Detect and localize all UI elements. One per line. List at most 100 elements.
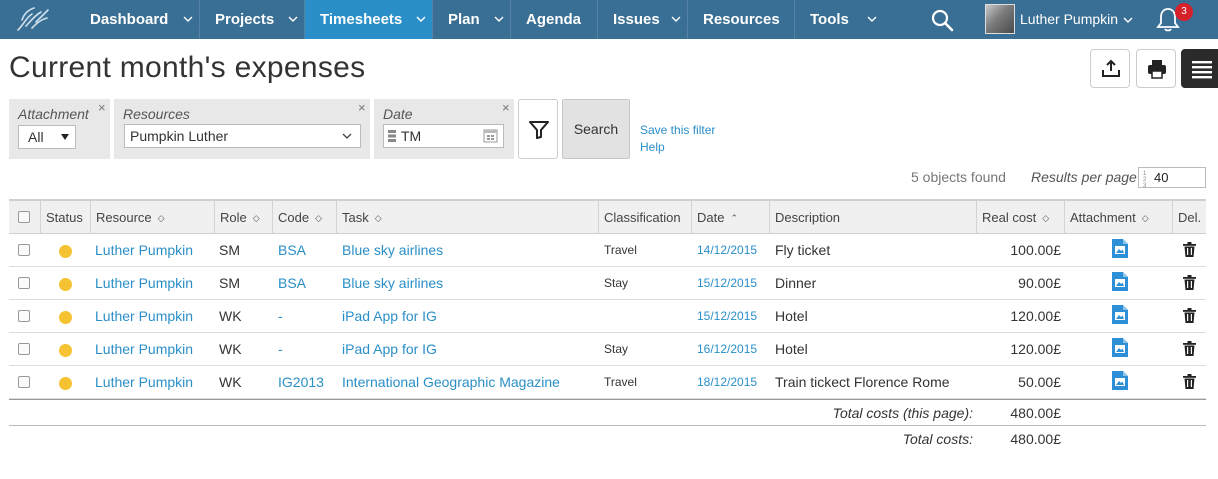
header-code[interactable]: Code ◇ [273, 201, 337, 234]
chevron-down-icon [494, 16, 504, 22]
code-link[interactable]: - [278, 300, 283, 332]
filter-options-button[interactable] [518, 99, 558, 159]
header-real-cost-label: Real cost [982, 210, 1037, 225]
row-checkbox[interactable] [18, 376, 30, 388]
date-link[interactable]: 15/12/2015 [697, 267, 757, 299]
image-attachment-icon[interactable] [1111, 239, 1128, 258]
print-button[interactable] [1136, 49, 1176, 88]
trash-icon[interactable] [1183, 242, 1196, 257]
header-description: Description [770, 201, 977, 234]
calendar-icon[interactable] [483, 128, 498, 143]
image-attachment-icon[interactable] [1111, 305, 1128, 324]
description-cell: Train tickect Florence Rome [775, 374, 950, 390]
task-link[interactable]: iPad App for IG [342, 333, 437, 365]
search-button[interactable]: Search [562, 99, 630, 159]
logo-icon[interactable] [14, 4, 52, 34]
filter-attachment: Attachment × All [9, 99, 110, 159]
trash-icon[interactable] [1183, 341, 1196, 356]
filter-resources-remove[interactable]: × [358, 100, 366, 115]
image-attachment-icon[interactable] [1111, 272, 1128, 291]
date-link[interactable]: 14/12/2015 [697, 234, 757, 266]
resource-link[interactable]: Luther Pumpkin [95, 366, 193, 398]
nav-resources-label: Resources [703, 11, 780, 28]
date-link[interactable]: 15/12/2015 [697, 300, 757, 332]
resources-combo[interactable]: Pumpkin Luther [124, 124, 361, 148]
table-row[interactable]: Luther Pumpkin SM BSA Blue sky airlines Trav… [9, 234, 1206, 267]
header-role[interactable]: Role ◇ [215, 201, 273, 234]
export-button[interactable] [1090, 49, 1130, 88]
results-per-page-label: Results per page [1031, 169, 1137, 185]
header-attachment[interactable]: Attachment ◇ [1065, 201, 1173, 234]
nav-resources[interactable]: Resources [688, 0, 795, 39]
header-resource[interactable]: Resource ◇ [91, 201, 215, 234]
help-link[interactable]: Help [640, 140, 665, 154]
resource-link[interactable]: Luther Pumpkin [95, 267, 193, 299]
nav-tools[interactable]: Tools [795, 0, 883, 39]
list-menu-icon [1192, 61, 1212, 79]
row-checkbox[interactable] [18, 343, 30, 355]
date-link[interactable]: 18/12/2015 [697, 366, 757, 398]
task-link[interactable]: Blue sky airlines [342, 234, 443, 266]
sort-icon: ◇ [252, 213, 260, 223]
menu-button[interactable] [1181, 49, 1218, 88]
trash-icon[interactable] [1183, 275, 1196, 290]
nav-issues[interactable]: Issues [598, 0, 688, 39]
chevron-down-icon [342, 133, 352, 139]
nav-timesheets[interactable]: Timesheets [305, 0, 433, 39]
filter-attachment-remove[interactable]: × [98, 100, 106, 115]
header-date[interactable]: Date ⌃ [692, 201, 770, 234]
role-cell: SM [219, 242, 240, 258]
funnel-icon [529, 121, 549, 139]
status-indicator [59, 377, 72, 390]
resource-link[interactable]: Luther Pumpkin [95, 234, 193, 266]
nav-agenda[interactable]: Agenda [511, 0, 598, 39]
results-per-page-input[interactable]: 123 40 [1138, 167, 1206, 189]
top-nav-bar: Dashboard Projects Timesheets Plan Agend… [0, 0, 1218, 39]
task-link[interactable]: iPad App for IG [342, 300, 437, 332]
filter-date-remove[interactable]: × [502, 100, 510, 115]
nav-plan[interactable]: Plan [433, 0, 511, 39]
header-code-label: Code [278, 210, 310, 225]
select-all-checkbox[interactable] [18, 211, 30, 223]
header-attachment-label: Attachment [1070, 210, 1136, 225]
code-link[interactable]: BSA [278, 234, 306, 266]
trash-icon[interactable] [1183, 374, 1196, 389]
table-row[interactable]: Luther Pumpkin SM BSA Blue sky airlines Stay… [9, 267, 1206, 300]
task-link[interactable]: Blue sky airlines [342, 267, 443, 299]
nav-projects-label: Projects [215, 11, 275, 28]
image-attachment-icon[interactable] [1111, 338, 1128, 357]
header-status: Status [41, 201, 91, 234]
table-row[interactable]: Luther Pumpkin WK IG2013 International Geog… [9, 366, 1206, 399]
status-indicator [59, 311, 72, 324]
resource-link[interactable]: Luther Pumpkin [95, 333, 193, 365]
row-checkbox[interactable] [18, 244, 30, 256]
save-filter-link[interactable]: Save this filter [640, 123, 715, 137]
header-task[interactable]: Task ◇ [337, 201, 599, 234]
real-cost-cell: 120.00£ [1010, 308, 1061, 324]
image-attachment-icon[interactable] [1111, 371, 1128, 390]
search-icon[interactable] [930, 8, 954, 32]
code-link[interactable]: IG2013 [278, 366, 324, 398]
row-checkbox[interactable] [18, 310, 30, 322]
table-row[interactable]: Luther Pumpkin WK - iPad App for IG 15/12/20… [9, 300, 1206, 333]
table-row[interactable]: Luther Pumpkin WK - iPad App for IG Stay 16/1… [9, 333, 1206, 366]
trash-icon[interactable] [1183, 308, 1196, 323]
sort-icon: ◇ [157, 213, 165, 223]
date-input[interactable]: TM [383, 124, 504, 148]
sort-icon: ◇ [1042, 213, 1050, 223]
code-link[interactable]: - [278, 333, 283, 365]
nav-projects[interactable]: Projects [200, 0, 305, 39]
totals-divider [9, 399, 1206, 400]
date-link[interactable]: 16/12/2015 [697, 333, 757, 365]
attachment-select[interactable]: All [18, 125, 76, 149]
nav-dashboard[interactable]: Dashboard [75, 0, 200, 39]
attachment-select-value: All [28, 129, 44, 145]
row-checkbox[interactable] [18, 277, 30, 289]
role-cell: WK [219, 308, 242, 324]
code-link[interactable]: BSA [278, 267, 306, 299]
resource-link[interactable]: Luther Pumpkin [95, 300, 193, 332]
sort-icon: ◇ [315, 213, 322, 223]
sort-icon: ◇ [374, 213, 382, 223]
task-link[interactable]: International Geographic Magazine [342, 366, 560, 398]
header-real-cost[interactable]: Real cost ◇ [977, 201, 1065, 234]
